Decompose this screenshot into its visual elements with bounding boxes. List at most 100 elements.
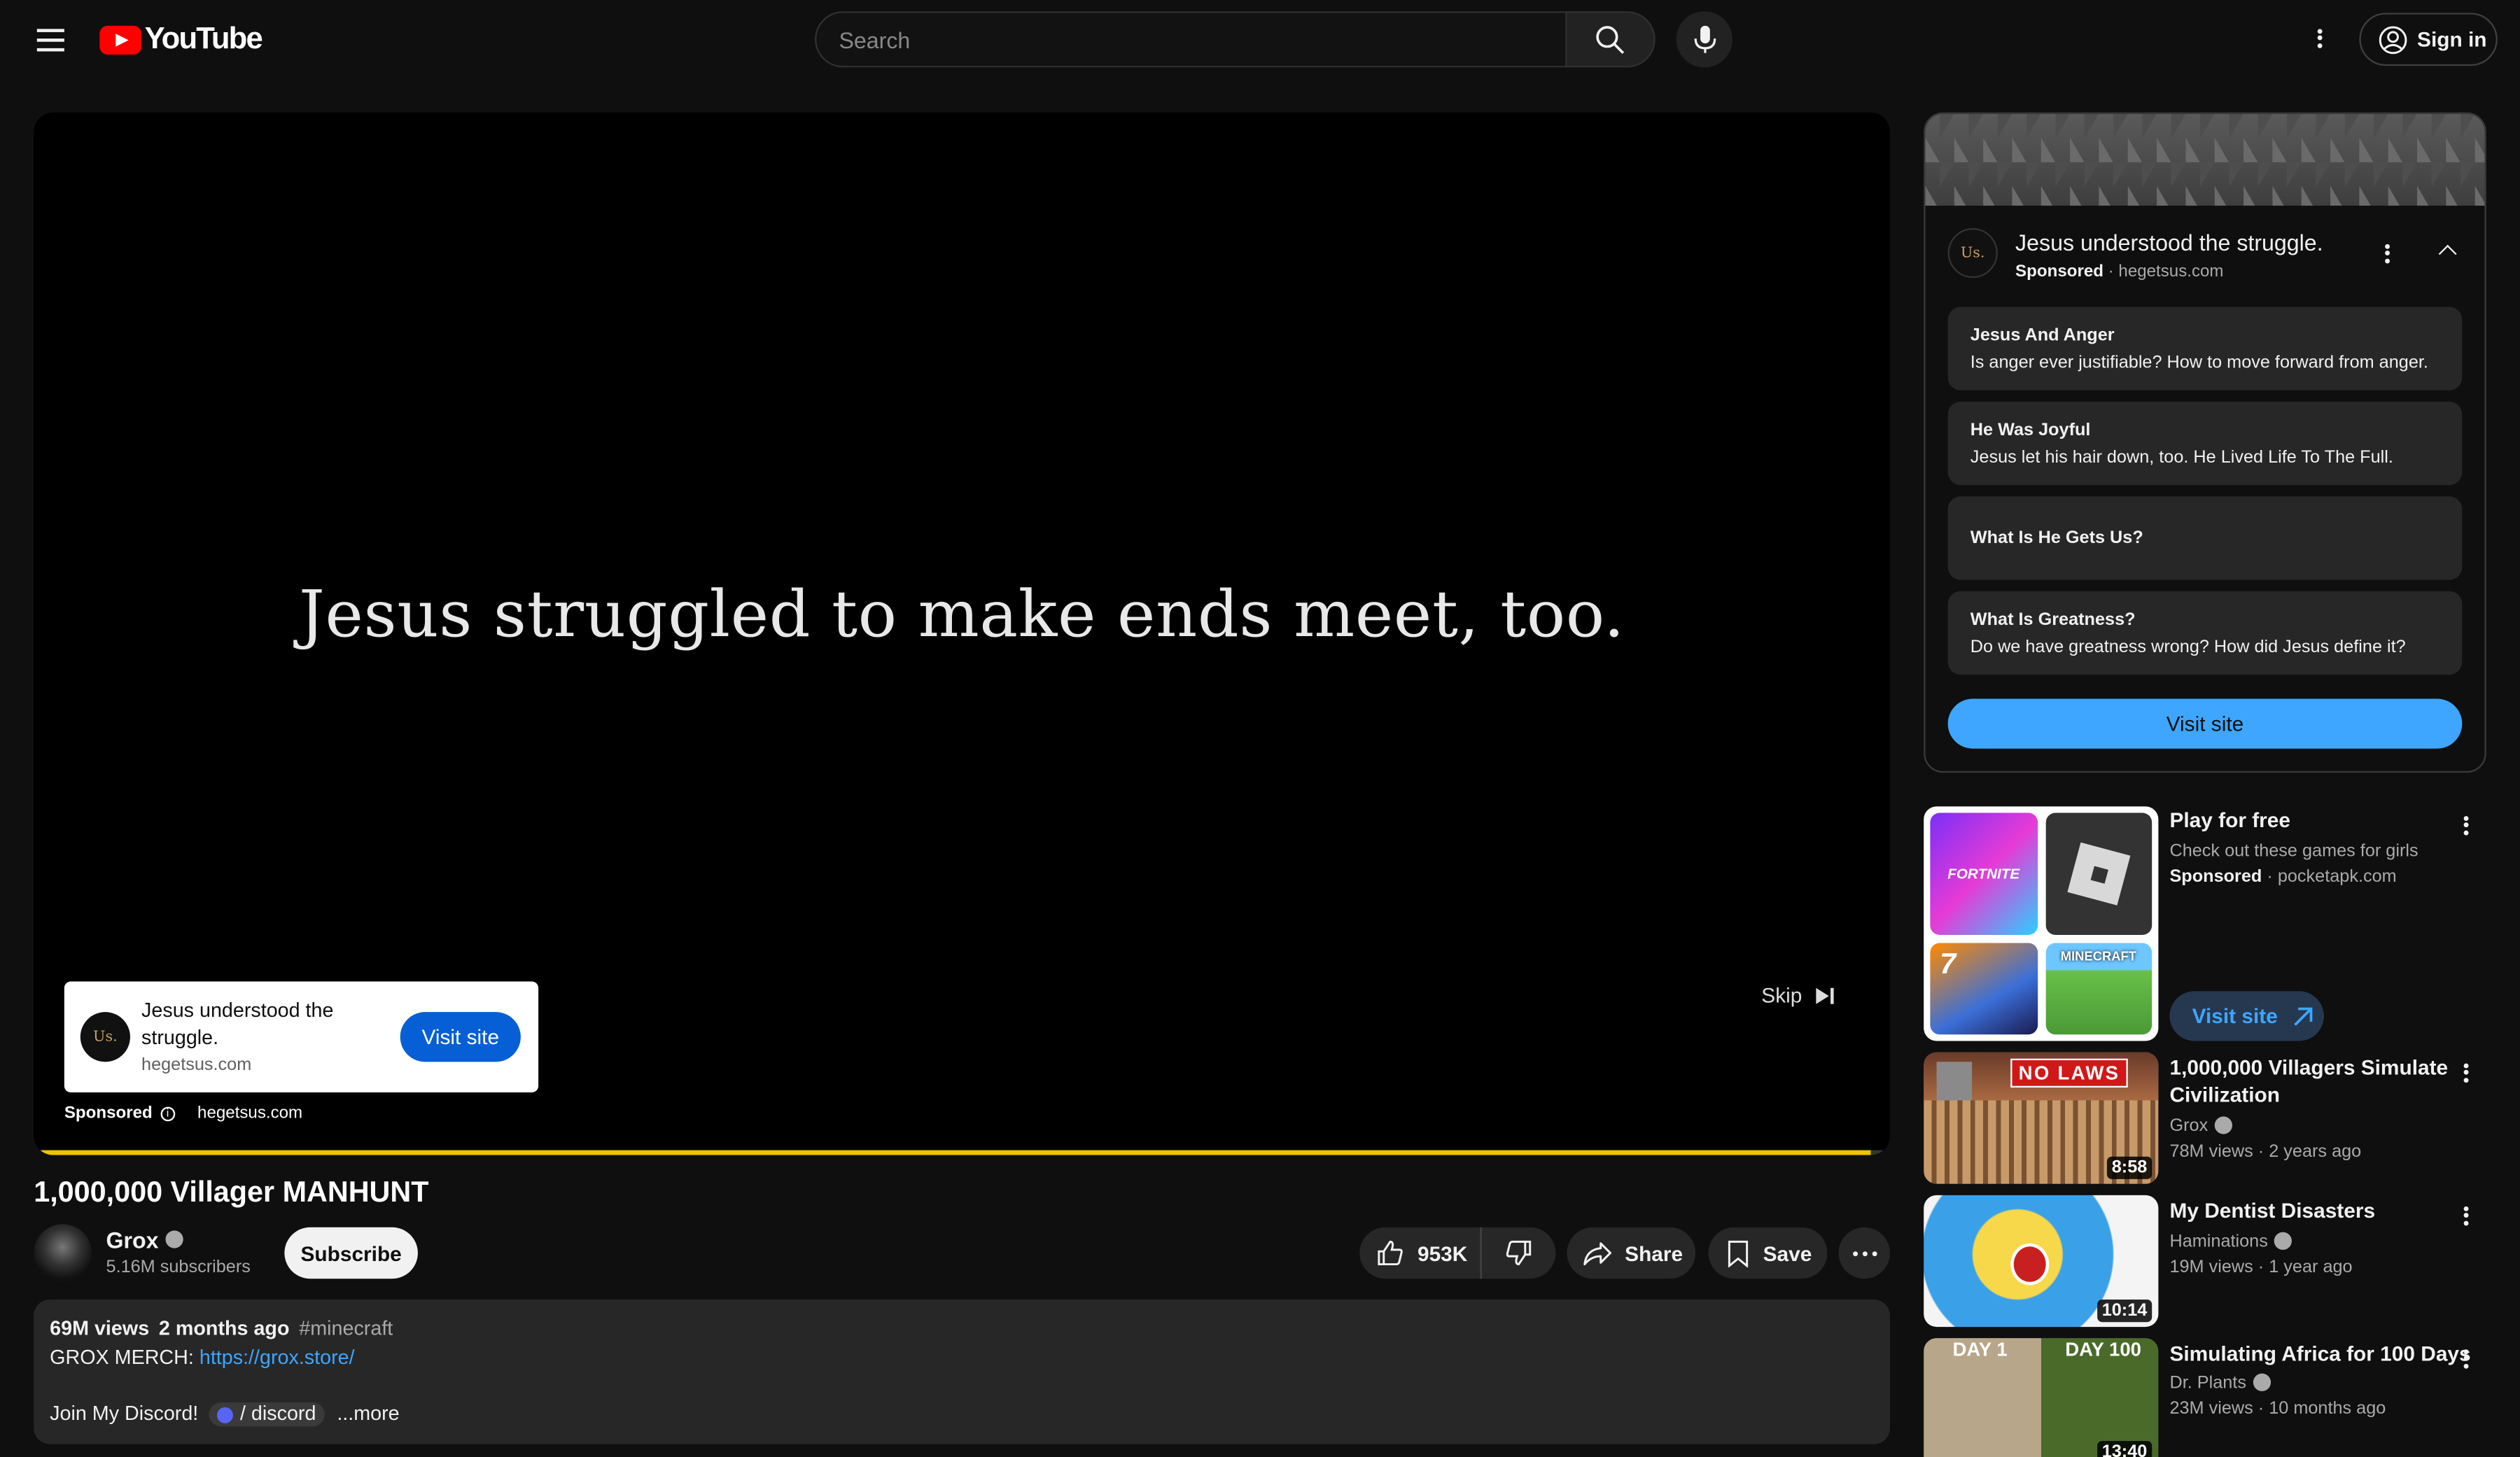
channel-name[interactable]: Grox xyxy=(106,1227,183,1253)
companion-title[interactable]: Jesus understood the struggle. xyxy=(2015,230,2323,255)
related-channel[interactable]: Dr. Plants xyxy=(2169,1372,2271,1393)
search-box[interactable]: Search xyxy=(815,11,1567,68)
companion-visit-button[interactable]: Visit site xyxy=(1947,698,2463,749)
fortnite-tile: FORTNITE xyxy=(1930,812,2038,935)
related-channel[interactable]: Grox xyxy=(2169,1115,2232,1136)
related-meta: 19M views · 1 year ago xyxy=(2169,1258,2353,1277)
day-1-label: DAY 1 xyxy=(1952,1338,2008,1361)
day-100-label: DAY 100 xyxy=(2065,1338,2141,1361)
related-title[interactable]: 1,000,000 Villagers Simulate Civilizatio… xyxy=(2169,1054,2448,1108)
related-thumbnail[interactable]: 10:14 xyxy=(1924,1195,2159,1328)
companion-sponsor-line: Sponsored · hegetsus.com xyxy=(2015,262,2224,281)
discord-link[interactable]: / discord xyxy=(209,1402,324,1427)
ad-progress-track[interactable] xyxy=(34,1150,1890,1155)
ad-progress-fill xyxy=(34,1150,1872,1155)
verified-icon xyxy=(2214,1115,2232,1134)
duration-badge: 8:58 xyxy=(2106,1156,2152,1179)
companion-link-2[interactable]: He Was Joyful Jesus let his hair down, t… xyxy=(1947,401,2463,486)
dislike-button[interactable] xyxy=(1482,1227,1556,1279)
youtube-logo[interactable]: YouTube xyxy=(99,22,263,58)
related-channel[interactable]: Haminations xyxy=(2169,1231,2292,1251)
merch-link[interactable]: https://grox.store/ xyxy=(200,1346,355,1369)
search-input[interactable]: Search xyxy=(839,27,910,52)
verified-icon xyxy=(164,1230,183,1248)
duration-badge: 13:40 xyxy=(2096,1441,2152,1457)
ad-card-title: Jesus understood the struggle. xyxy=(141,999,334,1049)
like-button[interactable]: 953K xyxy=(1359,1227,1482,1279)
related-menu-icon[interactable] xyxy=(2463,1060,2469,1084)
related-meta: 78M views · 2 years ago xyxy=(2169,1142,2362,1162)
external-link-icon xyxy=(2294,1006,2313,1025)
sign-in-button[interactable]: Sign in xyxy=(2359,13,2498,66)
settings-more-icon[interactable] xyxy=(2317,26,2323,50)
description-box[interactable]: 69M views 2 months ago #minecraft GROX M… xyxy=(34,1300,1890,1444)
companion-link-1[interactable]: Jesus And Anger Is anger ever justifiabl… xyxy=(1947,307,2463,390)
video-player[interactable]: Jesus struggled to make ends meet, too. … xyxy=(34,112,1890,1155)
video-title: 1,000,000 Villager MANHUNT xyxy=(34,1176,429,1209)
no-laws-banner: NO LAWS xyxy=(2010,1058,2128,1088)
search-icon xyxy=(1596,25,1625,53)
subscribe-button[interactable]: Subscribe xyxy=(284,1227,418,1279)
related-menu-icon[interactable] xyxy=(2463,1203,2469,1227)
info-icon: i xyxy=(160,1106,175,1121)
save-button[interactable]: Save xyxy=(1708,1227,1828,1279)
like-dislike-group: 953K xyxy=(1359,1227,1556,1279)
hashtag-link[interactable]: #minecraft xyxy=(299,1317,393,1341)
related-title[interactable]: My Dentist Disasters xyxy=(2169,1197,2375,1224)
ad-card-visit-button[interactable]: Visit site xyxy=(400,1012,521,1062)
promo-sponsor-line: Sponsored · pocketapk.com xyxy=(2169,867,2397,887)
account-icon xyxy=(2379,25,2407,54)
companion-banner xyxy=(1925,113,2485,206)
promo-menu-icon[interactable] xyxy=(2463,813,2469,837)
promo-title[interactable]: Play for free xyxy=(2169,806,2290,833)
view-count: 69M views xyxy=(50,1317,150,1340)
companion-avatar[interactable]: Us. xyxy=(1947,227,1998,279)
ad-overlay-card[interactable]: Us. Jesus understood the struggle. heget… xyxy=(64,981,539,1092)
related-menu-icon[interactable] xyxy=(2463,1346,2469,1370)
companion-menu-icon[interactable] xyxy=(2385,241,2390,265)
ad-card-domain: hegetsus.com xyxy=(141,1055,252,1075)
channel-avatar[interactable] xyxy=(34,1224,92,1282)
sponsored-info[interactable]: Sponsored i hegetsus.com xyxy=(64,1104,302,1123)
upload-date: 2 months ago xyxy=(158,1317,290,1340)
companion-link-3[interactable]: What Is He Gets Us? xyxy=(1947,496,2463,580)
more-actions-button[interactable] xyxy=(1838,1227,1890,1279)
ad-headline: Jesus struggled to make ends meet, too. xyxy=(299,578,1625,652)
companion-link-4[interactable]: What Is Greatness? Do we have greatness … xyxy=(1947,591,2463,675)
youtube-play-icon xyxy=(99,25,142,55)
discord-label: Join My Discord! xyxy=(50,1402,199,1426)
related-thumbnail[interactable]: NO LAWS 8:58 xyxy=(1924,1052,2159,1184)
sign-in-label: Sign in xyxy=(2417,27,2487,52)
voice-search-button[interactable] xyxy=(1676,11,1732,68)
verified-icon xyxy=(2274,1231,2292,1249)
duration-badge: 10:14 xyxy=(2096,1300,2152,1323)
related-thumbnail[interactable]: DAY 1 DAY 100 13:40 xyxy=(1924,1338,2159,1457)
share-icon xyxy=(1583,1242,1611,1266)
related-title[interactable]: Simulating Africa for 100 Days xyxy=(2169,1339,2470,1367)
show-more-button[interactable]: ...more xyxy=(337,1402,399,1426)
like-count: 953K xyxy=(1417,1241,1468,1265)
skip-label: Skip xyxy=(1761,983,1802,1008)
related-meta: 23M views · 10 months ago xyxy=(2169,1399,2386,1419)
promo-thumbnail[interactable]: FORTNITE 7 MINECRAFT xyxy=(1924,806,2159,1041)
ad-avatar: Us. xyxy=(80,1012,130,1062)
thumbs-down-icon xyxy=(1506,1240,1532,1266)
promo-desc: Check out these games for girls xyxy=(2169,841,2418,861)
skip-ad-button[interactable]: Skip xyxy=(1761,983,1837,1007)
search-button[interactable] xyxy=(1565,11,1656,68)
share-button[interactable]: Share xyxy=(1567,1227,1696,1279)
microphone-icon xyxy=(1693,24,1716,52)
minecraft-tile: MINECRAFT xyxy=(2045,943,2152,1035)
thumbs-up-icon xyxy=(1378,1240,1403,1266)
subscriber-count: 5.16M subscribers xyxy=(106,1258,251,1277)
discord-icon xyxy=(217,1406,234,1423)
freefire-tile: 7 xyxy=(1930,943,2038,1035)
logo-text: YouTube xyxy=(144,22,263,57)
promo-visit-button[interactable]: Visit site xyxy=(2169,991,2324,1041)
more-horizontal-icon xyxy=(1852,1251,1877,1255)
merch-label: GROX MERCH: xyxy=(50,1346,194,1369)
skip-next-icon xyxy=(1816,987,1835,1004)
menu-icon[interactable] xyxy=(32,22,68,58)
bookmark-icon xyxy=(1728,1239,1749,1267)
roblox-tile xyxy=(2045,812,2152,935)
